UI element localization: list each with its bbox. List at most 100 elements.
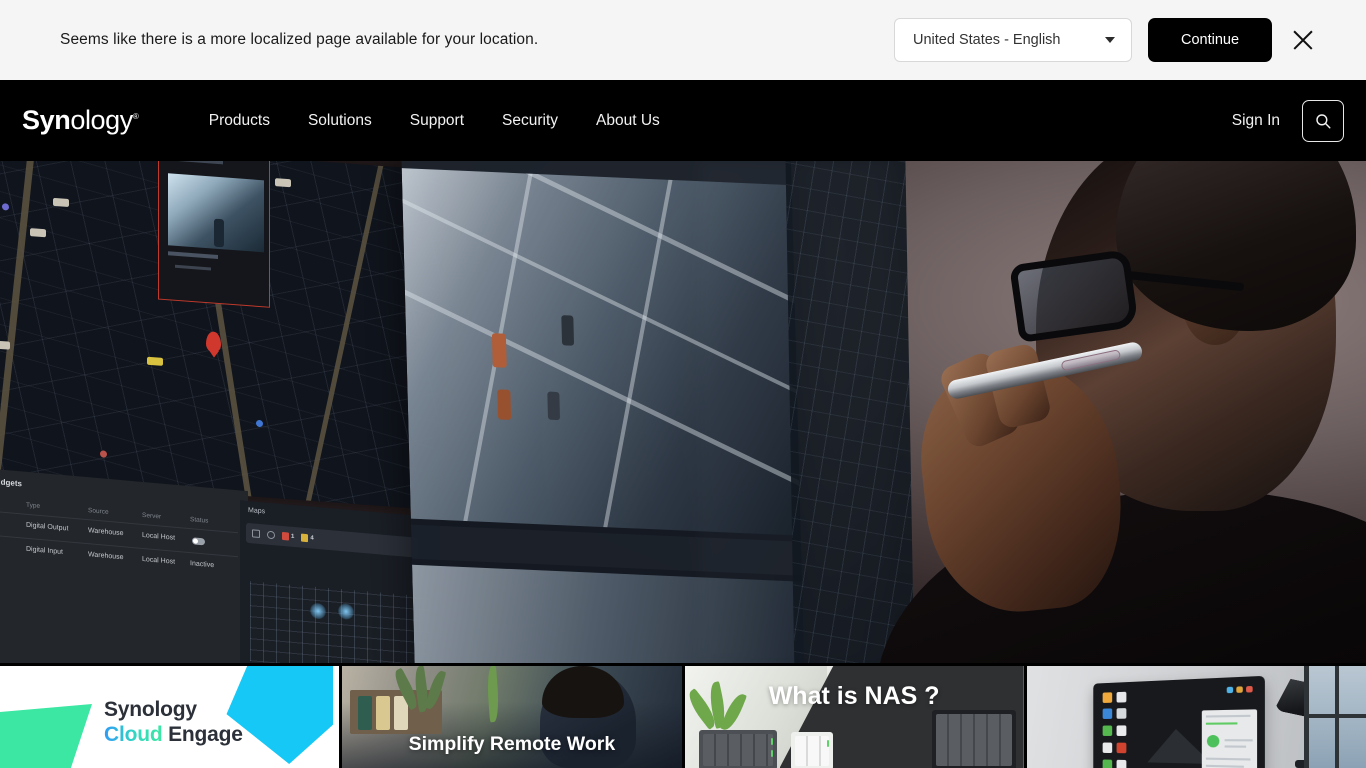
maps-toolbar: 1 4 <box>246 522 418 558</box>
floor-plan-grid <box>250 581 430 663</box>
status-ok-icon <box>1206 735 1220 748</box>
promo-card-strip: Synology Cloud Engage Simplify Remote Wo… <box>0 663 1366 768</box>
escalator-rail <box>401 281 801 513</box>
office-plant <box>486 666 501 723</box>
hero-person <box>756 161 1366 663</box>
continue-button[interactable]: Continue <box>1148 18 1272 62</box>
pointer-tool-icon[interactable] <box>252 529 260 539</box>
nav-item-solutions[interactable]: Solutions <box>289 112 391 130</box>
dsm-taskbar-icon <box>1245 685 1253 693</box>
person-glasses <box>1009 249 1245 345</box>
close-icon[interactable] <box>1290 27 1316 53</box>
synology-logo[interactable]: Synology® <box>22 107 139 134</box>
nav-item-about-us[interactable]: About Us <box>577 112 679 130</box>
dsm-desktop-icon <box>1116 725 1127 736</box>
window-chart-line <box>1205 722 1238 725</box>
dsm-desktop-icon <box>1116 742 1127 754</box>
promo-card-remote-work[interactable]: Simplify Remote Work <box>342 666 682 768</box>
locale-suggestion-banner: Seems like there is a more localized pag… <box>0 0 1366 80</box>
camera-thumbnail <box>168 173 264 253</box>
io-cell-status: Inactive <box>190 560 215 570</box>
remote-work-title: Simplify Remote Work <box>408 733 616 755</box>
detected-person-figure <box>214 218 224 248</box>
alert-warning-icon <box>301 533 309 543</box>
io-col-source: Source <box>88 507 109 516</box>
locale-banner-message: Seems like there is a more localized pag… <box>60 31 539 48</box>
io-cell-type: Digital Output <box>26 521 69 533</box>
map-road <box>0 161 38 511</box>
nas-device-rack <box>931 710 1016 768</box>
office-book <box>358 696 373 730</box>
window-text-line <box>1205 757 1251 761</box>
cloud-engage-line2: Cloud Engage <box>104 723 243 748</box>
map-label-chip <box>53 197 69 208</box>
detected-person-figure <box>491 333 507 368</box>
map-road <box>296 161 389 511</box>
io-table-header: Name Type Source Server Status <box>0 497 248 525</box>
dsm-desktop-icon <box>1116 691 1127 703</box>
detected-person-figure <box>561 315 575 346</box>
decorative-green-shape <box>0 704 92 768</box>
nas-led-icon <box>826 740 829 747</box>
window-text-line <box>1224 745 1246 748</box>
dsm-taskbar-icon <box>1226 686 1233 694</box>
locale-select[interactable]: United States - English <box>894 18 1132 62</box>
alert-critical-icon <box>282 531 289 541</box>
map-marker-dot <box>100 450 107 458</box>
nav-item-support[interactable]: Support <box>391 112 483 130</box>
zoom-tool-icon[interactable] <box>267 530 275 540</box>
remote-worker-hair <box>541 666 624 718</box>
alert-badge-critical: 1 <box>282 531 294 541</box>
camera-marker-icon <box>310 602 326 620</box>
sign-in-link[interactable]: Sign In <box>1232 112 1280 130</box>
cctv-secondary-feed <box>412 564 806 663</box>
nav-links: Products Solutions Support Security Abou… <box>190 112 679 130</box>
io-cell-server: Local Host <box>142 555 176 566</box>
maps-panel-title: Maps <box>248 506 266 516</box>
popup-title-line <box>168 251 218 259</box>
dsm-taskbar-icon <box>1236 686 1243 693</box>
promo-card-dsm-desktop[interactable] <box>1026 666 1366 768</box>
io-status-toggle[interactable] <box>192 537 205 546</box>
io-cell-source: Warehouse <box>88 551 124 562</box>
nas-led-icon <box>770 738 773 745</box>
io-panel-title: I/O Widgets <box>0 476 22 489</box>
main-navigation-bar: Synology® Products Solutions Support Sec… <box>0 80 1366 161</box>
search-button[interactable] <box>1302 99 1344 142</box>
dsm-desktop-icon <box>1116 708 1127 719</box>
cloud-engage-rest-word: Engage <box>162 722 243 746</box>
nav-item-security[interactable]: Security <box>483 112 577 130</box>
detected-person-figure <box>547 391 561 421</box>
dsm-desktop-icon <box>1102 759 1112 768</box>
dsm-desktop-icon <box>1102 692 1112 703</box>
locale-select-value: United States - English <box>913 32 1061 48</box>
dsm-screen <box>1097 681 1259 768</box>
nas-drive-bays <box>794 736 829 766</box>
camera-alert-popup <box>158 161 270 308</box>
detected-person-figure <box>497 389 511 420</box>
nas-led-icon <box>770 750 773 757</box>
office-book <box>376 696 391 730</box>
alert-badge-warning: 4 <box>301 533 314 543</box>
io-cell-source: Warehouse <box>88 527 124 538</box>
dsm-monitor <box>1093 675 1265 768</box>
map-label-chip <box>30 228 46 238</box>
dsm-desktop-icon <box>1102 725 1112 736</box>
search-icon <box>1316 113 1331 128</box>
nav-right-actions: Sign In <box>1232 80 1344 161</box>
hero-banner[interactable]: oogle I/O Widgets Name Type Source Serve… <box>0 161 1366 663</box>
nas-drive-bays <box>702 734 773 766</box>
promo-card-what-is-nas[interactable]: What is NAS ? <box>684 666 1024 768</box>
map-marker-dot <box>256 419 263 428</box>
cloud-engage-title: Synology Cloud Engage <box>104 698 243 748</box>
window-mullion <box>1335 666 1339 768</box>
nav-item-products[interactable]: Products <box>190 112 289 130</box>
registered-trademark-icon: ® <box>132 112 139 121</box>
io-widgets-panel: I/O Widgets Name Type Source Server Stat… <box>0 466 248 663</box>
logo-bold-part: Syn <box>22 105 71 135</box>
nas-device-white <box>790 732 833 768</box>
popup-subtitle-line <box>175 264 211 271</box>
promo-card-cloud-engage[interactable]: Synology Cloud Engage <box>0 666 340 768</box>
cctv-grid-monitor <box>400 161 806 663</box>
escalator-rail <box>401 168 801 331</box>
